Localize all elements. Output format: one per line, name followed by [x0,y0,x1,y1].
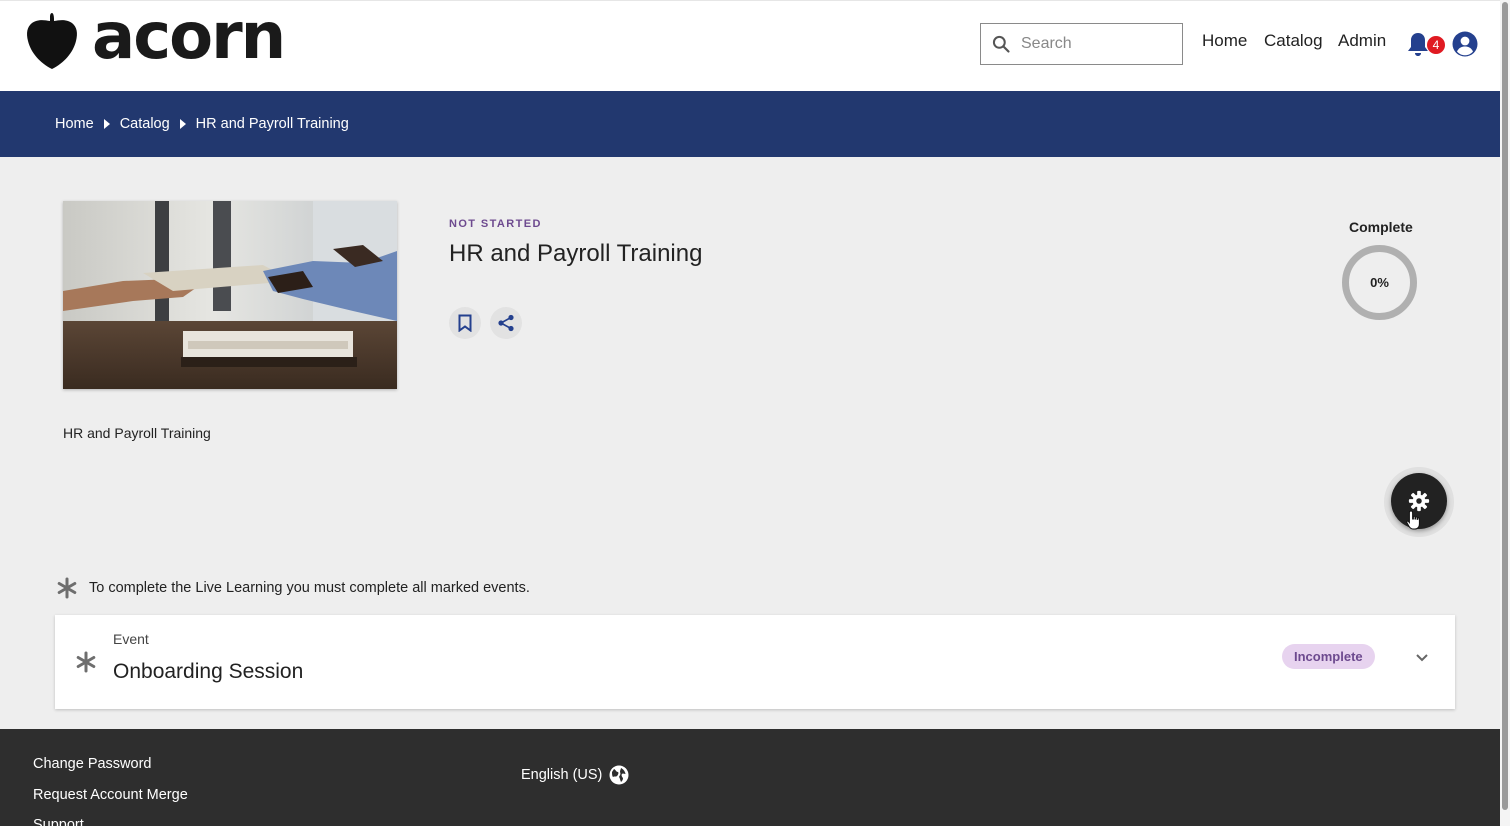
completion-progress-ring: 0% [1342,245,1417,320]
request-account-merge-link[interactable]: Request Account Merge [33,787,188,803]
acorn-logo-icon [27,13,77,69]
breadcrumb-separator-icon [103,119,110,129]
notification-badge[interactable]: 4 [1426,35,1446,55]
nav-home[interactable]: Home [1202,31,1247,51]
event-name: Onboarding Session [113,660,304,683]
chevron-down-icon[interactable] [1415,653,1429,663]
change-password-link[interactable]: Change Password [33,756,152,772]
site-footer: Change Password Request Account Merge Su… [0,729,1508,826]
breadcrumb: Home Catalog HR and Payroll Training [55,116,349,132]
nav-catalog-link[interactable]: Catalog [1264,31,1323,51]
breadcrumb-home[interactable]: Home [55,116,94,132]
nav-catalog[interactable]: Catalog [1264,31,1323,51]
share-icon [498,314,514,332]
event-card[interactable]: Event Onboarding Session Incomplete [55,615,1455,709]
search-box[interactable] [980,23,1183,65]
required-events-text: To complete the Live Learning you must c… [89,580,530,596]
nav-home-link[interactable]: Home [1202,31,1247,51]
course-thumbnail [63,201,397,389]
support-link[interactable]: Support [33,817,84,826]
search-input[interactable] [1021,35,1171,53]
search-icon[interactable] [981,34,1021,54]
required-asterisk-icon [76,651,96,673]
bookmark-icon [458,314,472,332]
top-header: acorn Home Catalog Admin 4 [0,0,1500,91]
nav-admin-link[interactable]: Admin [1338,31,1386,51]
language-selector[interactable]: English (US) [521,765,629,785]
breadcrumb-separator-icon [179,119,186,129]
language-label: English (US) [521,767,603,783]
completion-label: Complete [1349,219,1413,235]
gear-icon [1408,490,1430,512]
scrollbar-thumb[interactable] [1502,2,1508,810]
hand-cursor-icon [1406,510,1420,530]
page-title: HR and Payroll Training [449,240,703,267]
breadcrumb-current: HR and Payroll Training [195,116,349,132]
event-type-label: Event [113,631,149,647]
breadcrumb-bar: Home Catalog HR and Payroll Training [0,91,1508,157]
event-status-badge: Incomplete [1282,644,1375,669]
breadcrumb-catalog[interactable]: Catalog [120,116,170,132]
logo-wordmark: acorn [92,0,286,74]
asterisk-icon [57,577,77,599]
course-status: NOT STARTED [449,218,542,230]
course-caption: HR and Payroll Training [63,425,211,441]
nav-admin[interactable]: Admin [1338,31,1386,51]
bookmark-button[interactable] [449,307,481,339]
site-logo[interactable]: acorn [26,5,286,71]
required-events-note: To complete the Live Learning you must c… [56,577,530,599]
share-button[interactable] [490,307,522,339]
globe-icon [609,765,629,785]
completion-percent: 0% [1370,275,1389,290]
account-circle-icon[interactable] [1452,31,1478,57]
